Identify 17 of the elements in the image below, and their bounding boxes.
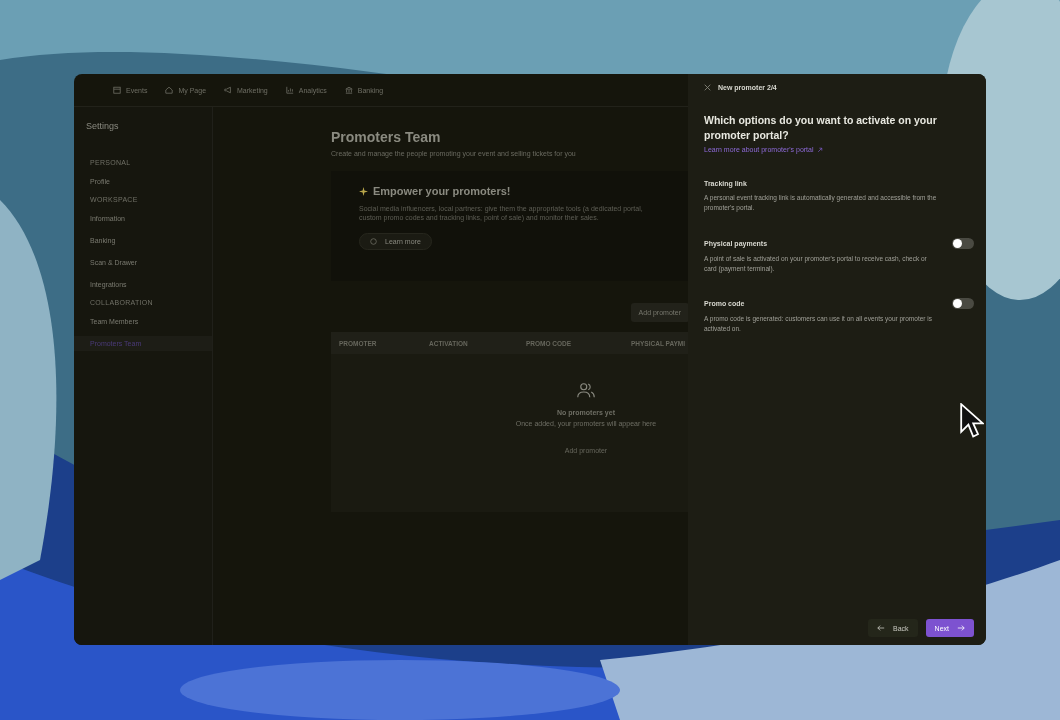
question-heading: Which options do you want to activate on your promoter portal?: [704, 113, 938, 143]
banner-title: Empower your promoters!: [373, 185, 511, 197]
calendar-icon: [113, 86, 121, 94]
toggle-switch[interactable]: [952, 238, 974, 249]
megaphone-icon: [224, 86, 233, 94]
users-icon: [577, 382, 595, 399]
arrow-right-icon: [957, 624, 965, 632]
sidebar-title: Settings: [85, 121, 120, 131]
bank-icon: [344, 86, 353, 94]
toggle-switch[interactable]: [952, 298, 974, 310]
close-icon[interactable]: [704, 84, 711, 91]
arrow-left-icon: [877, 624, 886, 632]
sparkle-icon: [359, 186, 368, 196]
external-link-icon: [816, 146, 823, 153]
chart-icon: [285, 86, 294, 94]
home-icon: [165, 86, 174, 94]
page-title: Promoters Team: [331, 129, 442, 145]
